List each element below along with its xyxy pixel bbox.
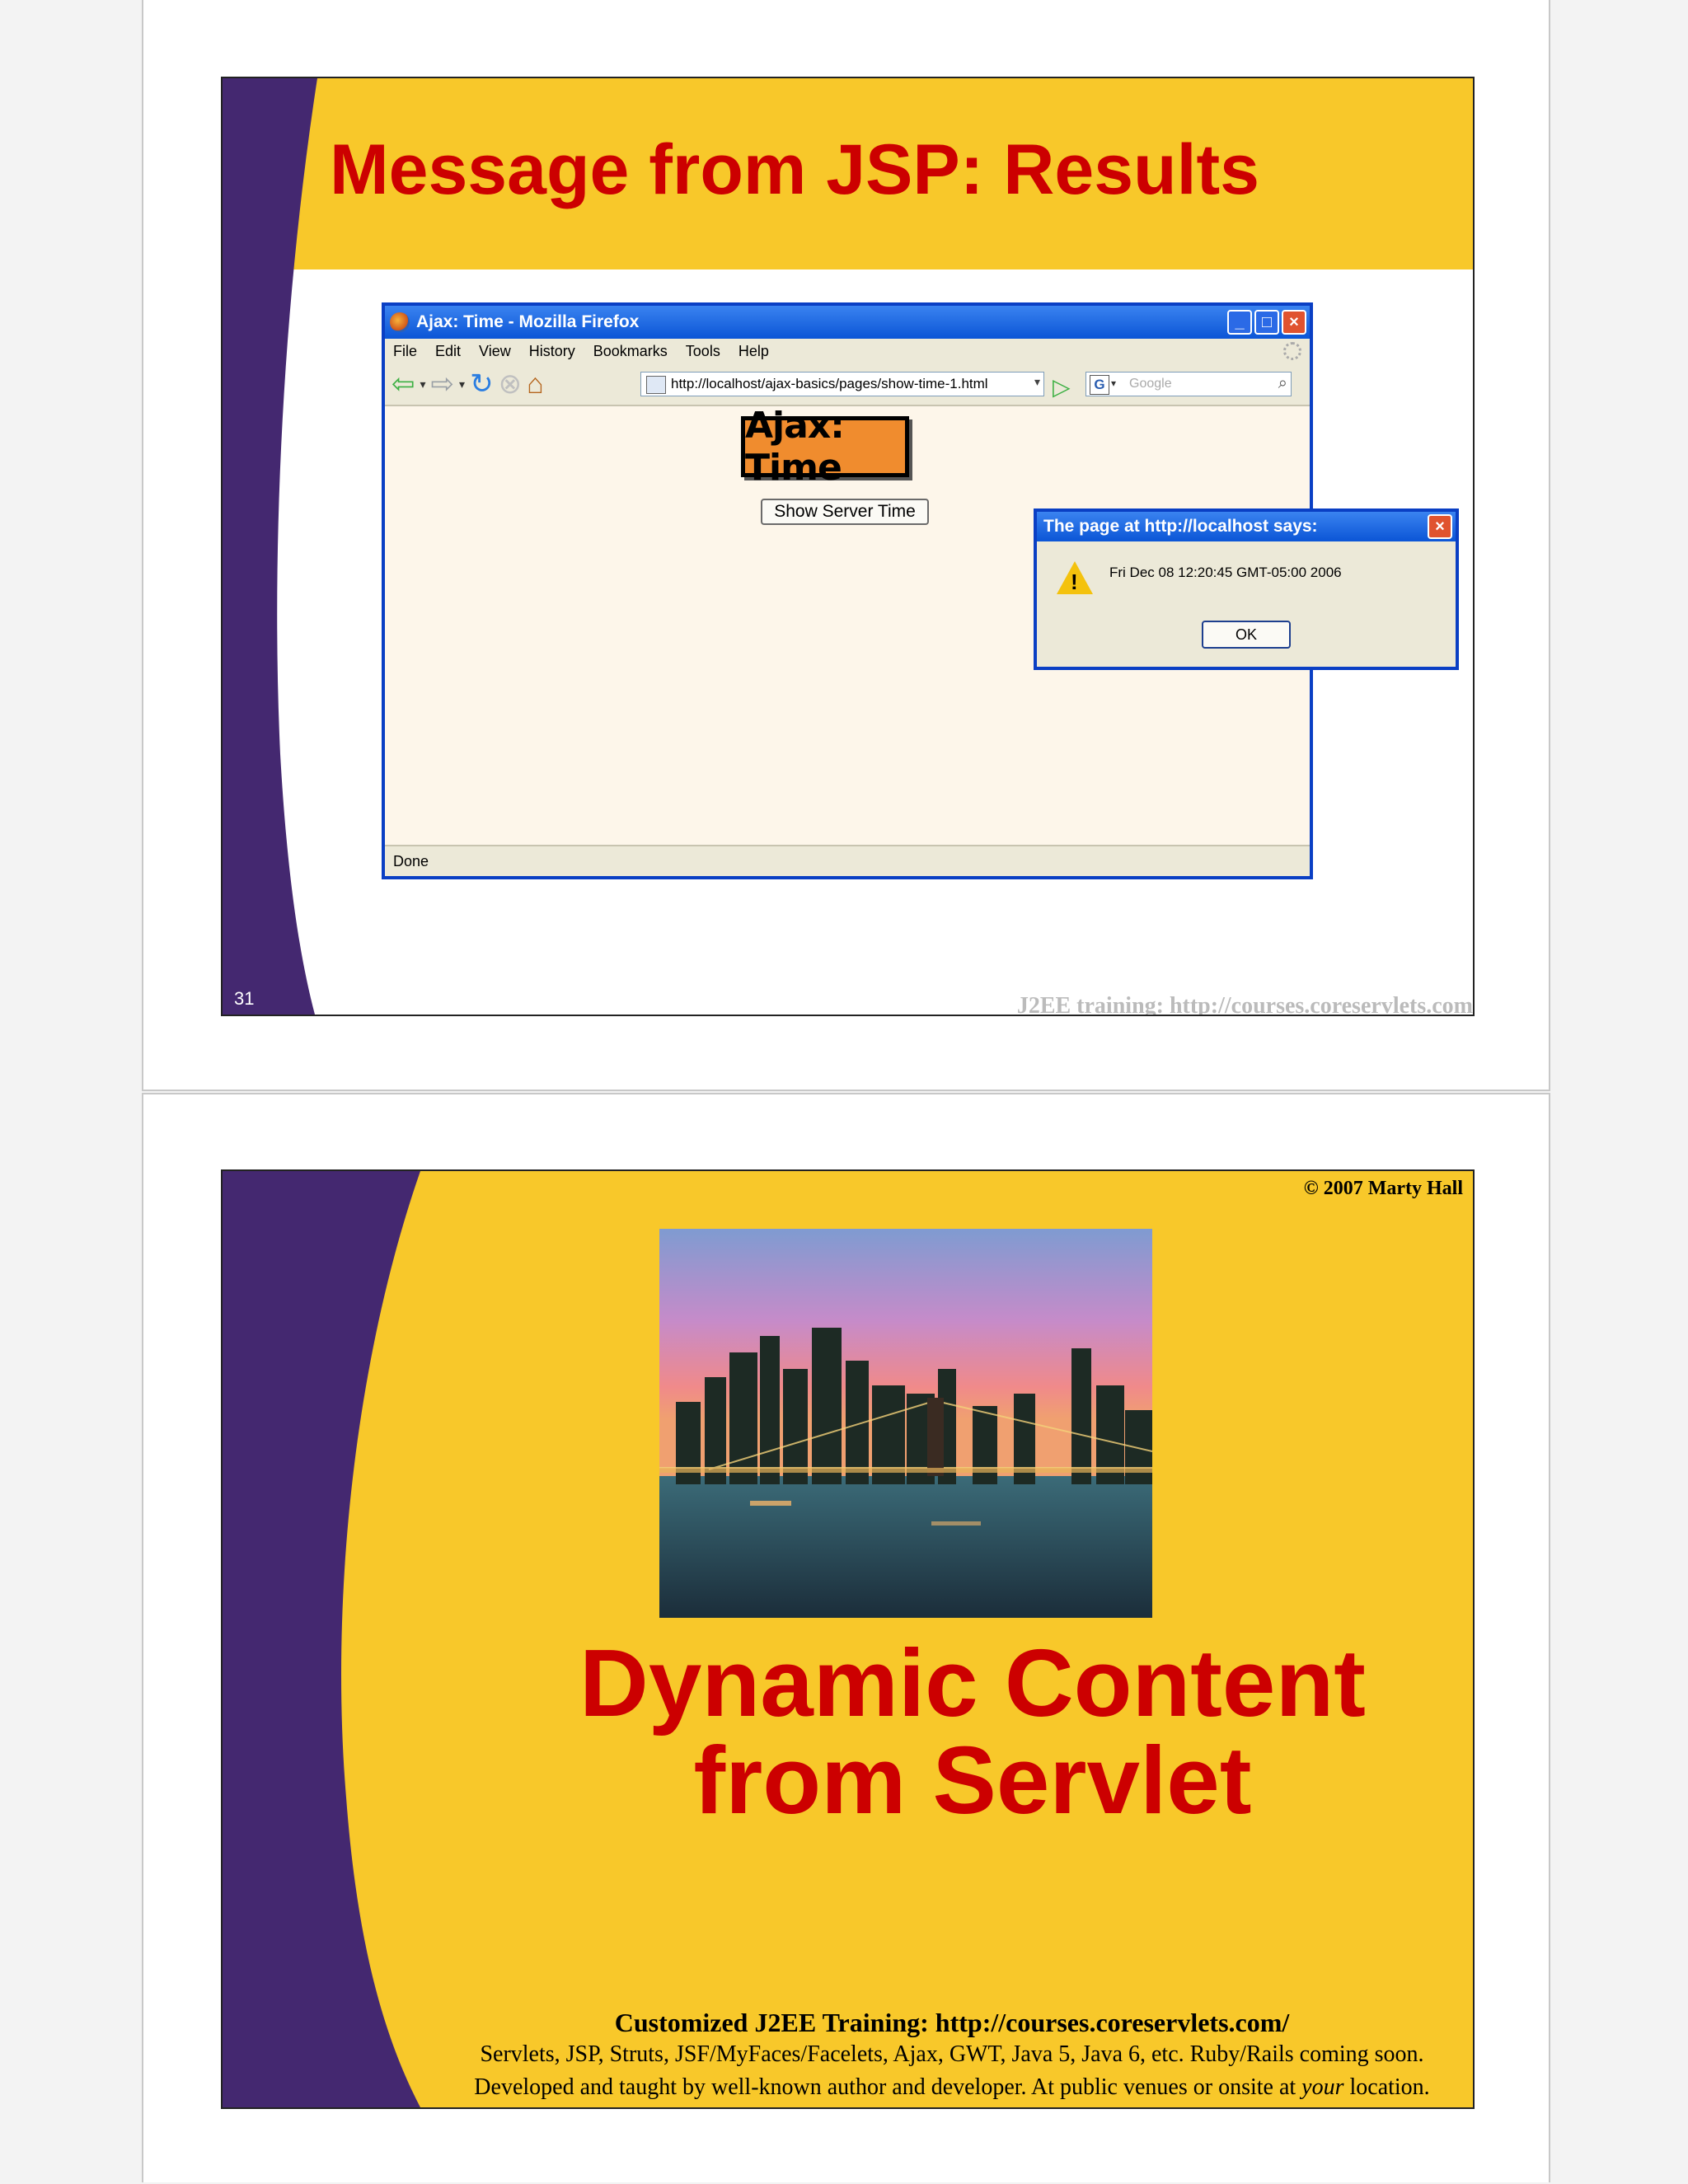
back-dropdown-icon[interactable]: ▾	[420, 377, 426, 391]
copyright-notice: © 2007 Marty Hall	[1303, 1178, 1463, 1199]
footer-title: Customized J2EE Training: http://courses…	[614, 2008, 1290, 2037]
pdf-page-1: Message from JSP: Results Ajax: Time - M…	[142, 0, 1550, 1091]
url-bar[interactable]: http://localhost/ajax-basics/pages/show-…	[640, 372, 1044, 396]
firefox-logo-icon	[390, 312, 410, 332]
throbber-icon	[1283, 342, 1301, 360]
alert-titlebar: The page at http://localhost says: ×	[1037, 512, 1456, 541]
slide-title-line-2: from Servlet	[693, 1727, 1252, 1835]
alert-title: The page at http://localhost says:	[1043, 517, 1318, 536]
google-engine-icon[interactable]: G	[1090, 375, 1109, 395]
url-dropdown-icon[interactable]: ▾	[1034, 375, 1040, 389]
maximize-icon[interactable]: □	[1254, 310, 1279, 335]
slide-number: 31	[234, 988, 255, 1009]
footer-text-emphasis: your	[1301, 2074, 1344, 2100]
go-arrow-icon[interactable]: ▷	[1053, 373, 1071, 401]
forward-arrow-icon[interactable]: ⇨	[431, 370, 455, 398]
menu-history[interactable]: History	[529, 343, 575, 360]
search-box[interactable]: G ▾ Google ⌕	[1085, 372, 1292, 396]
menu-bar: File Edit View History Bookmarks Tools H…	[385, 339, 1310, 363]
slide-title: Dynamic Content from Servlet	[478, 1634, 1467, 1830]
footer-topics: Servlets, JSP, Struts, JSF/MyFaces/Facel…	[480, 2041, 1424, 2067]
pdf-page-2: © 2007 Marty Hall Dynamic Content from S…	[142, 1093, 1550, 2182]
menu-edit[interactable]: Edit	[435, 343, 461, 360]
footer-text-after: location.	[1343, 2074, 1430, 2100]
status-text: Done	[393, 852, 429, 869]
back-arrow-icon[interactable]: ⇦	[392, 370, 415, 398]
window-titlebar: Ajax: Time - Mozilla Firefox _ □ ×	[385, 306, 1310, 339]
search-placeholder: Google	[1129, 377, 1172, 391]
slide-dynamic-content: © 2007 Marty Hall Dynamic Content from S…	[221, 1169, 1475, 2109]
ok-button[interactable]: OK	[1202, 621, 1291, 649]
alert-dialog: The page at http://localhost says: × ! F…	[1034, 509, 1459, 670]
home-icon[interactable]: ⌂	[527, 370, 544, 398]
menu-tools[interactable]: Tools	[686, 343, 720, 360]
forward-dropdown-icon[interactable]: ▾	[459, 377, 465, 391]
minimize-icon[interactable]: _	[1227, 310, 1252, 335]
slide-title-line-1: Dynamic Content	[579, 1629, 1366, 1736]
status-bar: Done	[385, 845, 1310, 876]
url-text: http://localhost/ajax-basics/pages/show-…	[671, 376, 988, 391]
footer-text-before: Developed and taught by well-known autho…	[474, 2074, 1302, 2100]
close-icon[interactable]: ×	[1282, 310, 1306, 335]
reload-icon[interactable]: ↻	[470, 370, 494, 398]
menu-file[interactable]: File	[393, 343, 417, 360]
show-server-time-button[interactable]: Show Server Time	[761, 499, 929, 525]
close-icon[interactable]: ×	[1428, 514, 1452, 539]
warning-mark: !	[1071, 569, 1078, 594]
search-icon[interactable]: ⌕	[1278, 374, 1287, 393]
engine-dropdown-icon[interactable]: ▾	[1111, 377, 1116, 389]
slide-message-from-jsp: Message from JSP: Results Ajax: Time - M…	[221, 77, 1475, 1016]
alert-message: Fri Dec 08 12:20:45 GMT-05:00 2006	[1109, 565, 1342, 580]
footer-developed-by: Developed and taught by well-known autho…	[437, 2074, 1467, 2101]
window-title: Ajax: Time - Mozilla Firefox	[416, 312, 640, 331]
navigation-toolbar: ⇦ ▾ ⇨ ▾ ↻ ⊗ ⌂ http://localhost/ajax-basi…	[385, 363, 1310, 406]
slide-title: Message from JSP: Results	[330, 130, 1259, 209]
page-favicon-icon	[646, 376, 666, 394]
page-heading: Ajax: Time	[741, 405, 909, 489]
menu-bookmarks[interactable]: Bookmarks	[593, 343, 668, 360]
city-skyline-photo	[659, 1229, 1152, 1618]
stop-icon[interactable]: ⊗	[499, 370, 523, 398]
menu-view[interactable]: View	[479, 343, 511, 360]
slide-footer: J2EE training: http://courses.coreservle…	[1016, 993, 1473, 1016]
menu-help[interactable]: Help	[738, 343, 769, 360]
